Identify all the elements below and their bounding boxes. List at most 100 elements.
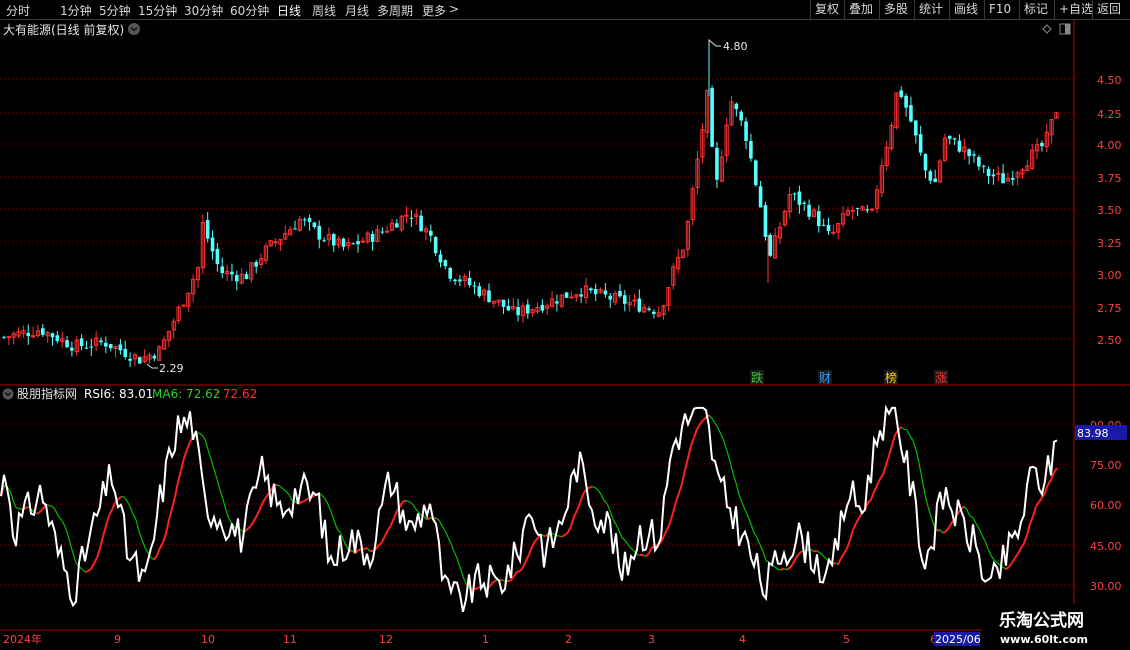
candlestick-series [2, 46, 1059, 368]
overlay-button[interactable]: 叠加 [844, 0, 877, 19]
ma-segment [636, 554, 641, 556]
mark-button[interactable]: 标记 [1019, 0, 1052, 19]
ma-segment [789, 563, 794, 569]
event-marker-list[interactable]: 榜 [884, 370, 898, 385]
ma-segment [228, 518, 233, 524]
price-tick: 4.50 [1097, 74, 1122, 87]
candle-body [332, 234, 336, 246]
statistics-button[interactable]: 统计 [914, 0, 947, 19]
ma-segment [717, 427, 722, 435]
ma-segment [855, 517, 860, 524]
period-tab-60min[interactable]: 60分钟 [230, 2, 269, 19]
ma-segment [729, 461, 734, 474]
restore-rights-button[interactable]: 复权 [810, 0, 843, 19]
back-button[interactable]: 返回 [1092, 0, 1125, 19]
ma-segment [792, 557, 797, 565]
diamond-icon[interactable] [1042, 24, 1052, 34]
draw-line-button[interactable]: 画线 [949, 0, 982, 19]
period-tab-30min[interactable]: 30分钟 [184, 2, 223, 19]
ma-segment [903, 428, 908, 431]
ma-segment [756, 537, 761, 545]
multi-stock-button[interactable]: 多股 [879, 0, 912, 19]
period-tab-weekly[interactable]: 周线 [312, 2, 336, 19]
kline-chart[interactable]: 大有能源(日线 前复权) 4.80 2.29 4.50 4.25 4.00 3.… [0, 20, 1130, 650]
ma-segment [690, 436, 695, 447]
ma-segment [930, 516, 935, 526]
chevron-down-icon[interactable] [128, 23, 140, 35]
rsi-current-value-badge: 83.98 [1075, 425, 1127, 440]
ma-segment [129, 506, 134, 515]
ma-segment [87, 568, 92, 572]
ma-segment [489, 581, 494, 587]
ma-segment [1008, 562, 1013, 568]
event-marker-finance[interactable]: 财 [818, 370, 832, 385]
ma-segment [972, 517, 977, 524]
candle-body [986, 168, 991, 177]
more-chevron-icon[interactable]: > [449, 2, 459, 16]
period-tab-15min[interactable]: 15分钟 [138, 2, 177, 19]
candle-body [909, 105, 913, 122]
period-tab-1min[interactable]: 1分钟 [60, 2, 92, 19]
ma-segment [543, 534, 548, 538]
ma-segment [126, 500, 131, 507]
ma-value-label-2: : 72.62 [215, 387, 257, 401]
ma-segment [822, 555, 827, 560]
ma-segment [174, 481, 179, 497]
candle-body [593, 288, 598, 295]
svg-text:83.98: 83.98 [1077, 427, 1109, 440]
ma-segment [81, 568, 86, 573]
ma-segment [9, 490, 14, 501]
ma-segment [459, 566, 464, 577]
price-tick: 2.75 [1097, 302, 1122, 315]
ma-segment [777, 568, 782, 571]
ma-segment [849, 529, 854, 541]
ma-segment [675, 492, 680, 502]
ma-segment [324, 498, 329, 505]
price-tick: 3.75 [1097, 172, 1122, 185]
ma-segment [1005, 566, 1010, 571]
rsi-tick: 75.00 [1090, 459, 1122, 472]
period-tab-daily[interactable]: 日线 [277, 2, 301, 19]
candle-body [341, 238, 346, 247]
candle-body [55, 335, 60, 342]
ma-segment [906, 429, 911, 437]
ma-segment [381, 535, 386, 543]
ma-segment [69, 542, 74, 554]
ma-segment [528, 546, 533, 555]
add-watchlist-button[interactable]: +自选 [1054, 0, 1097, 19]
ma-segment [1032, 506, 1037, 517]
f10-button[interactable]: F10 [984, 0, 1015, 19]
time-tick: 3 [648, 633, 655, 646]
ma-segment [414, 507, 419, 513]
high-marker-line [708, 38, 721, 47]
candle-body [118, 344, 123, 351]
ma-segment [987, 548, 992, 556]
candle-body [967, 149, 971, 157]
period-tab-monthly[interactable]: 月线 [345, 2, 369, 19]
period-tab-multi[interactable]: 多周期 [377, 2, 413, 19]
indicator-chevron-down-icon[interactable] [2, 388, 14, 400]
ma-segment [876, 478, 881, 487]
low-marker-line [146, 363, 158, 369]
ma-segment [699, 419, 704, 425]
period-tab-5min[interactable]: 5分钟 [99, 2, 131, 19]
ma-segment [873, 485, 878, 493]
candle-body [380, 231, 385, 233]
period-tab-more[interactable]: 更多 [422, 2, 446, 19]
ma-segment [63, 524, 68, 532]
candle-body [215, 248, 220, 265]
panel-layout-icon[interactable] [1059, 23, 1071, 35]
candle-body [230, 271, 234, 275]
candle-body [957, 140, 962, 152]
candle-body [516, 307, 520, 316]
ma-segment [759, 544, 764, 552]
event-marker-fall[interactable]: 跌 [750, 370, 764, 385]
candle-body [952, 138, 957, 140]
ma-segment [165, 519, 170, 534]
period-tab-minute[interactable]: 分时 [6, 2, 30, 19]
ma-segment [783, 567, 788, 571]
event-marker-rise[interactable]: 涨 [934, 370, 948, 385]
ma-segment [579, 494, 584, 504]
rsi-line [0, 404, 1058, 613]
candle-body [477, 286, 482, 296]
